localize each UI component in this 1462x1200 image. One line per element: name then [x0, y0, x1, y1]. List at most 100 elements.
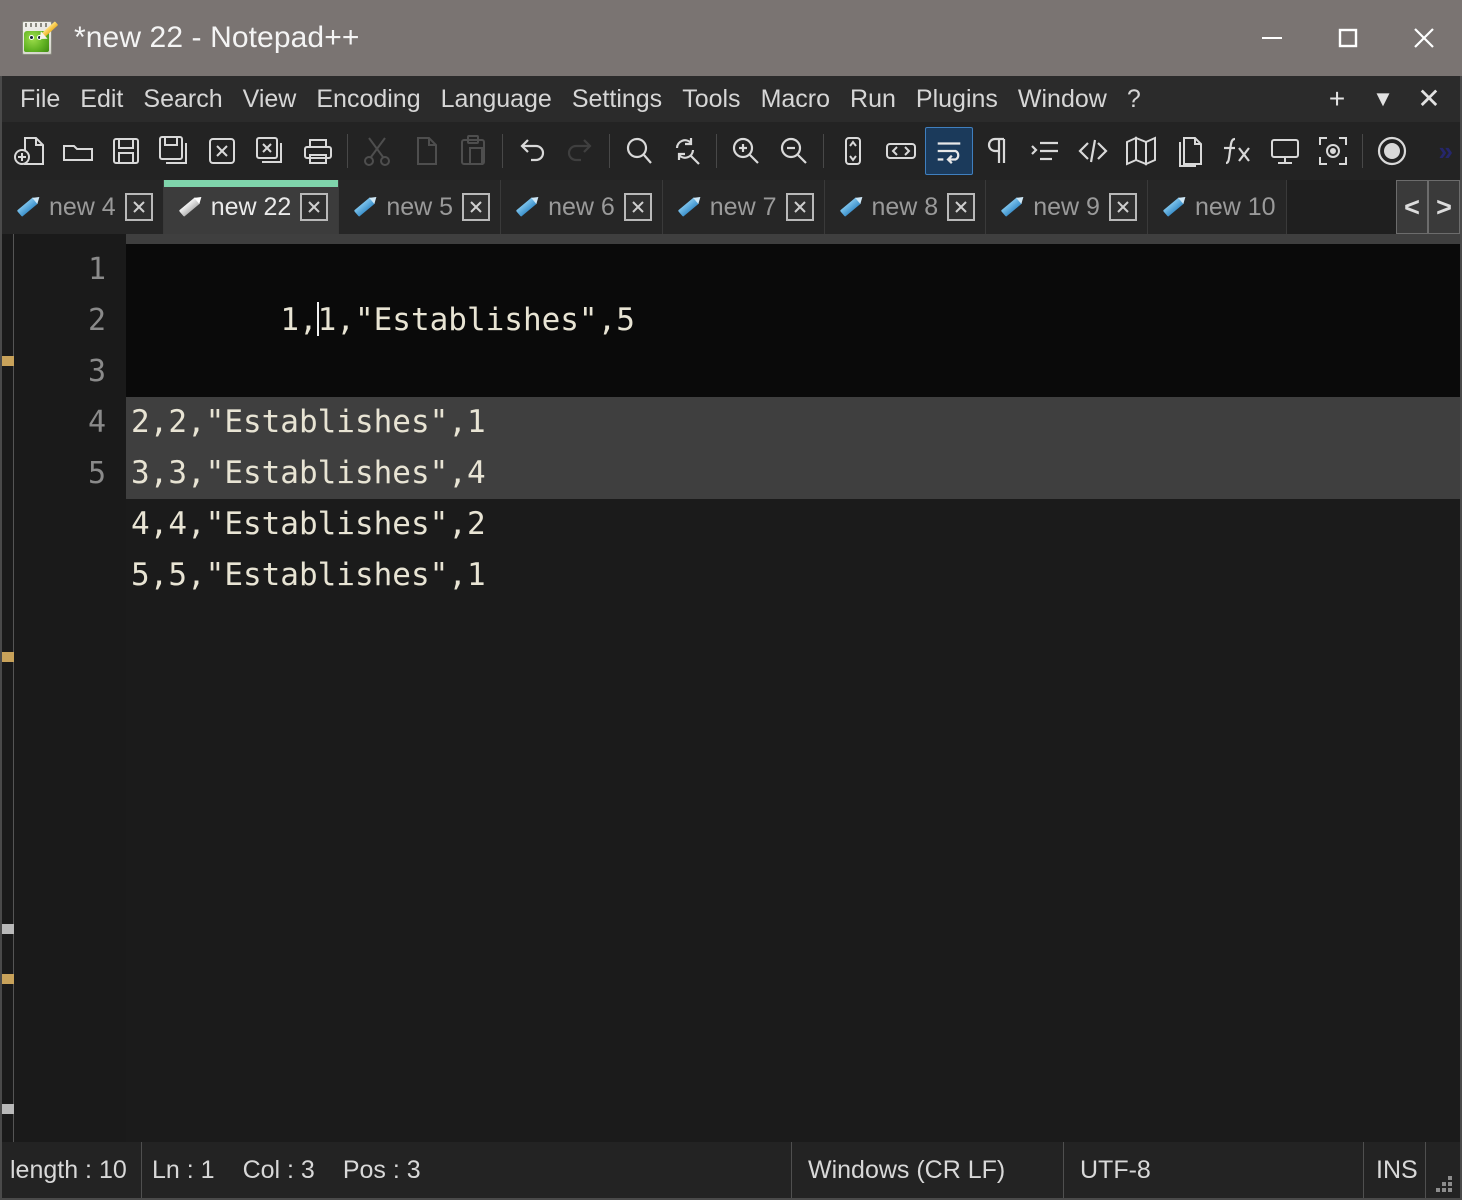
tab-new-4[interactable]: new 4: [2, 180, 164, 234]
tab-scroll-left-button[interactable]: <: [1396, 180, 1428, 234]
status-bar: length : 10 Ln : 1 Col : 3 Pos : 3 Windo…: [0, 1142, 1462, 1200]
add-tab-button[interactable]: +: [1316, 76, 1358, 122]
find-icon[interactable]: [615, 127, 663, 175]
status-insert-mode[interactable]: INS: [1364, 1142, 1426, 1198]
menu-item-help[interactable]: ?: [1117, 76, 1151, 122]
monitoring-icon[interactable]: [1261, 127, 1309, 175]
zoom-out-icon[interactable]: [770, 127, 818, 175]
close-file-icon[interactable]: [198, 127, 246, 175]
close-all-files-icon[interactable]: [246, 127, 294, 175]
notepad-plus-plus-icon: [20, 18, 60, 58]
bookmark-marker: [2, 356, 14, 366]
pencil-icon: [14, 194, 40, 220]
code-line-4[interactable]: 4,4,"Establishes",2: [126, 499, 1460, 550]
code-line-2[interactable]: 2,2,"Establishes",1: [126, 397, 1460, 448]
tab-new-10[interactable]: new 10: [1147, 180, 1287, 234]
menu-item-search[interactable]: Search: [133, 76, 232, 122]
tab-scroll-right-button[interactable]: >: [1428, 180, 1460, 234]
menu-item-run[interactable]: Run: [840, 76, 906, 122]
tab-close-button[interactable]: [300, 193, 329, 221]
bookmark-marker: [2, 974, 14, 984]
show-all-characters-icon[interactable]: [973, 127, 1021, 175]
status-resize-grip[interactable]: [1426, 1142, 1460, 1198]
sync-vertical-scrolling-icon[interactable]: [829, 127, 877, 175]
line-number: 4: [87, 405, 106, 440]
tab-new-6[interactable]: new 6: [501, 180, 663, 234]
tab-close-button[interactable]: [1108, 193, 1137, 221]
tab-list-button[interactable]: ▼: [1362, 76, 1404, 122]
zoom-in-icon[interactable]: [722, 127, 770, 175]
menu-item-encoding[interactable]: Encoding: [306, 76, 430, 122]
tab-bar: new 4 new 22 new 5 new 6 new 7 new 8 new…: [0, 180, 1462, 234]
indent-guide-icon[interactable]: [1021, 127, 1069, 175]
tab-label: new 22: [210, 192, 292, 221]
copy-icon[interactable]: [401, 127, 449, 175]
menu-item-language[interactable]: Language: [431, 76, 562, 122]
new-file-icon[interactable]: [6, 127, 54, 175]
line-number: 5: [87, 456, 106, 491]
document-list-icon[interactable]: [1165, 127, 1213, 175]
function-list-icon[interactable]: [1213, 127, 1261, 175]
bookmark-marker: [2, 1104, 14, 1114]
undo-icon[interactable]: [508, 127, 556, 175]
minimize-icon[interactable]: [1234, 0, 1310, 76]
line-number: 1: [87, 252, 106, 287]
tab-new-7[interactable]: new 7: [662, 180, 825, 234]
pencil-icon: [998, 194, 1024, 220]
status-eol-format[interactable]: Windows (CR LF): [792, 1142, 1064, 1198]
code-line-text-after-caret: 1,"Establishes",5: [317, 302, 635, 338]
tab-new-5[interactable]: new 5: [339, 180, 502, 234]
menu-item-window[interactable]: Window: [1008, 76, 1117, 122]
status-encoding[interactable]: UTF-8: [1064, 1142, 1364, 1198]
line-number-gutter: 1 2 3 4 5: [14, 234, 126, 1142]
tab-label: new 5: [386, 192, 454, 221]
code-text-area[interactable]: 1,1,"Establishes",5 2,2,"Establishes",1 …: [126, 234, 1460, 1142]
print-icon[interactable]: [294, 127, 342, 175]
line-number: 2: [87, 303, 106, 338]
record-macro-icon[interactable]: [1368, 127, 1416, 175]
redo-icon[interactable]: [556, 127, 604, 175]
code-line-5[interactable]: 5,5,"Establishes",1: [126, 550, 1460, 601]
tab-close-button[interactable]: [947, 193, 976, 221]
pencil-modified-icon: [176, 194, 202, 220]
notepad-plus-plus-window: *new 22 - Notepad++ File Edit Search Vie…: [0, 0, 1462, 1200]
menu-bar: File Edit Search View Encoding Language …: [0, 76, 1462, 122]
paste-icon[interactable]: [449, 127, 497, 175]
line-number: 3: [87, 354, 106, 389]
open-file-icon[interactable]: [54, 127, 102, 175]
tab-label: new 4: [49, 192, 116, 221]
tab-new-8[interactable]: new 8: [824, 180, 987, 234]
pencil-icon: [837, 194, 863, 220]
menu-item-edit[interactable]: Edit: [70, 76, 133, 122]
close-icon[interactable]: [1386, 0, 1462, 76]
close-document-button[interactable]: ✕: [1408, 76, 1450, 122]
word-wrap-icon[interactable]: [925, 127, 973, 175]
maximize-icon[interactable]: [1310, 0, 1386, 76]
code-line-1[interactable]: 1,1,"Establishes",5: [126, 244, 1460, 397]
menu-item-settings[interactable]: Settings: [562, 76, 672, 122]
tab-close-button[interactable]: [623, 193, 652, 221]
tab-new-9[interactable]: new 9: [986, 180, 1148, 234]
cut-icon[interactable]: [353, 127, 401, 175]
code-line-3[interactable]: 3,3,"Establishes",4: [126, 448, 1460, 499]
menu-item-plugins[interactable]: Plugins: [906, 76, 1008, 122]
tab-new-22[interactable]: new 22: [163, 180, 340, 234]
editor-area: 1 2 3 4 5 1,1,"Establishes",5 2,2,"Estab…: [0, 234, 1462, 1142]
menu-item-view[interactable]: View: [233, 76, 307, 122]
menu-item-file[interactable]: File: [10, 76, 70, 122]
sync-horizontal-scrolling-icon[interactable]: [877, 127, 925, 175]
tab-close-button[interactable]: [785, 193, 814, 221]
document-map-icon[interactable]: [1117, 127, 1165, 175]
tab-label: new 10: [1194, 192, 1276, 221]
distraction-free-mode-icon[interactable]: [1309, 127, 1357, 175]
menu-item-macro[interactable]: Macro: [751, 76, 840, 122]
tab-close-button[interactable]: [124, 193, 153, 221]
user-defined-language-icon[interactable]: [1069, 127, 1117, 175]
save-all-icon[interactable]: [150, 127, 198, 175]
menu-item-tools[interactable]: Tools: [672, 76, 750, 122]
save-icon[interactable]: [102, 127, 150, 175]
pencil-icon: [513, 194, 539, 220]
toolbar-overflow-icon[interactable]: »: [1439, 122, 1454, 180]
tab-close-button[interactable]: [462, 193, 491, 221]
replace-icon[interactable]: [663, 127, 711, 175]
